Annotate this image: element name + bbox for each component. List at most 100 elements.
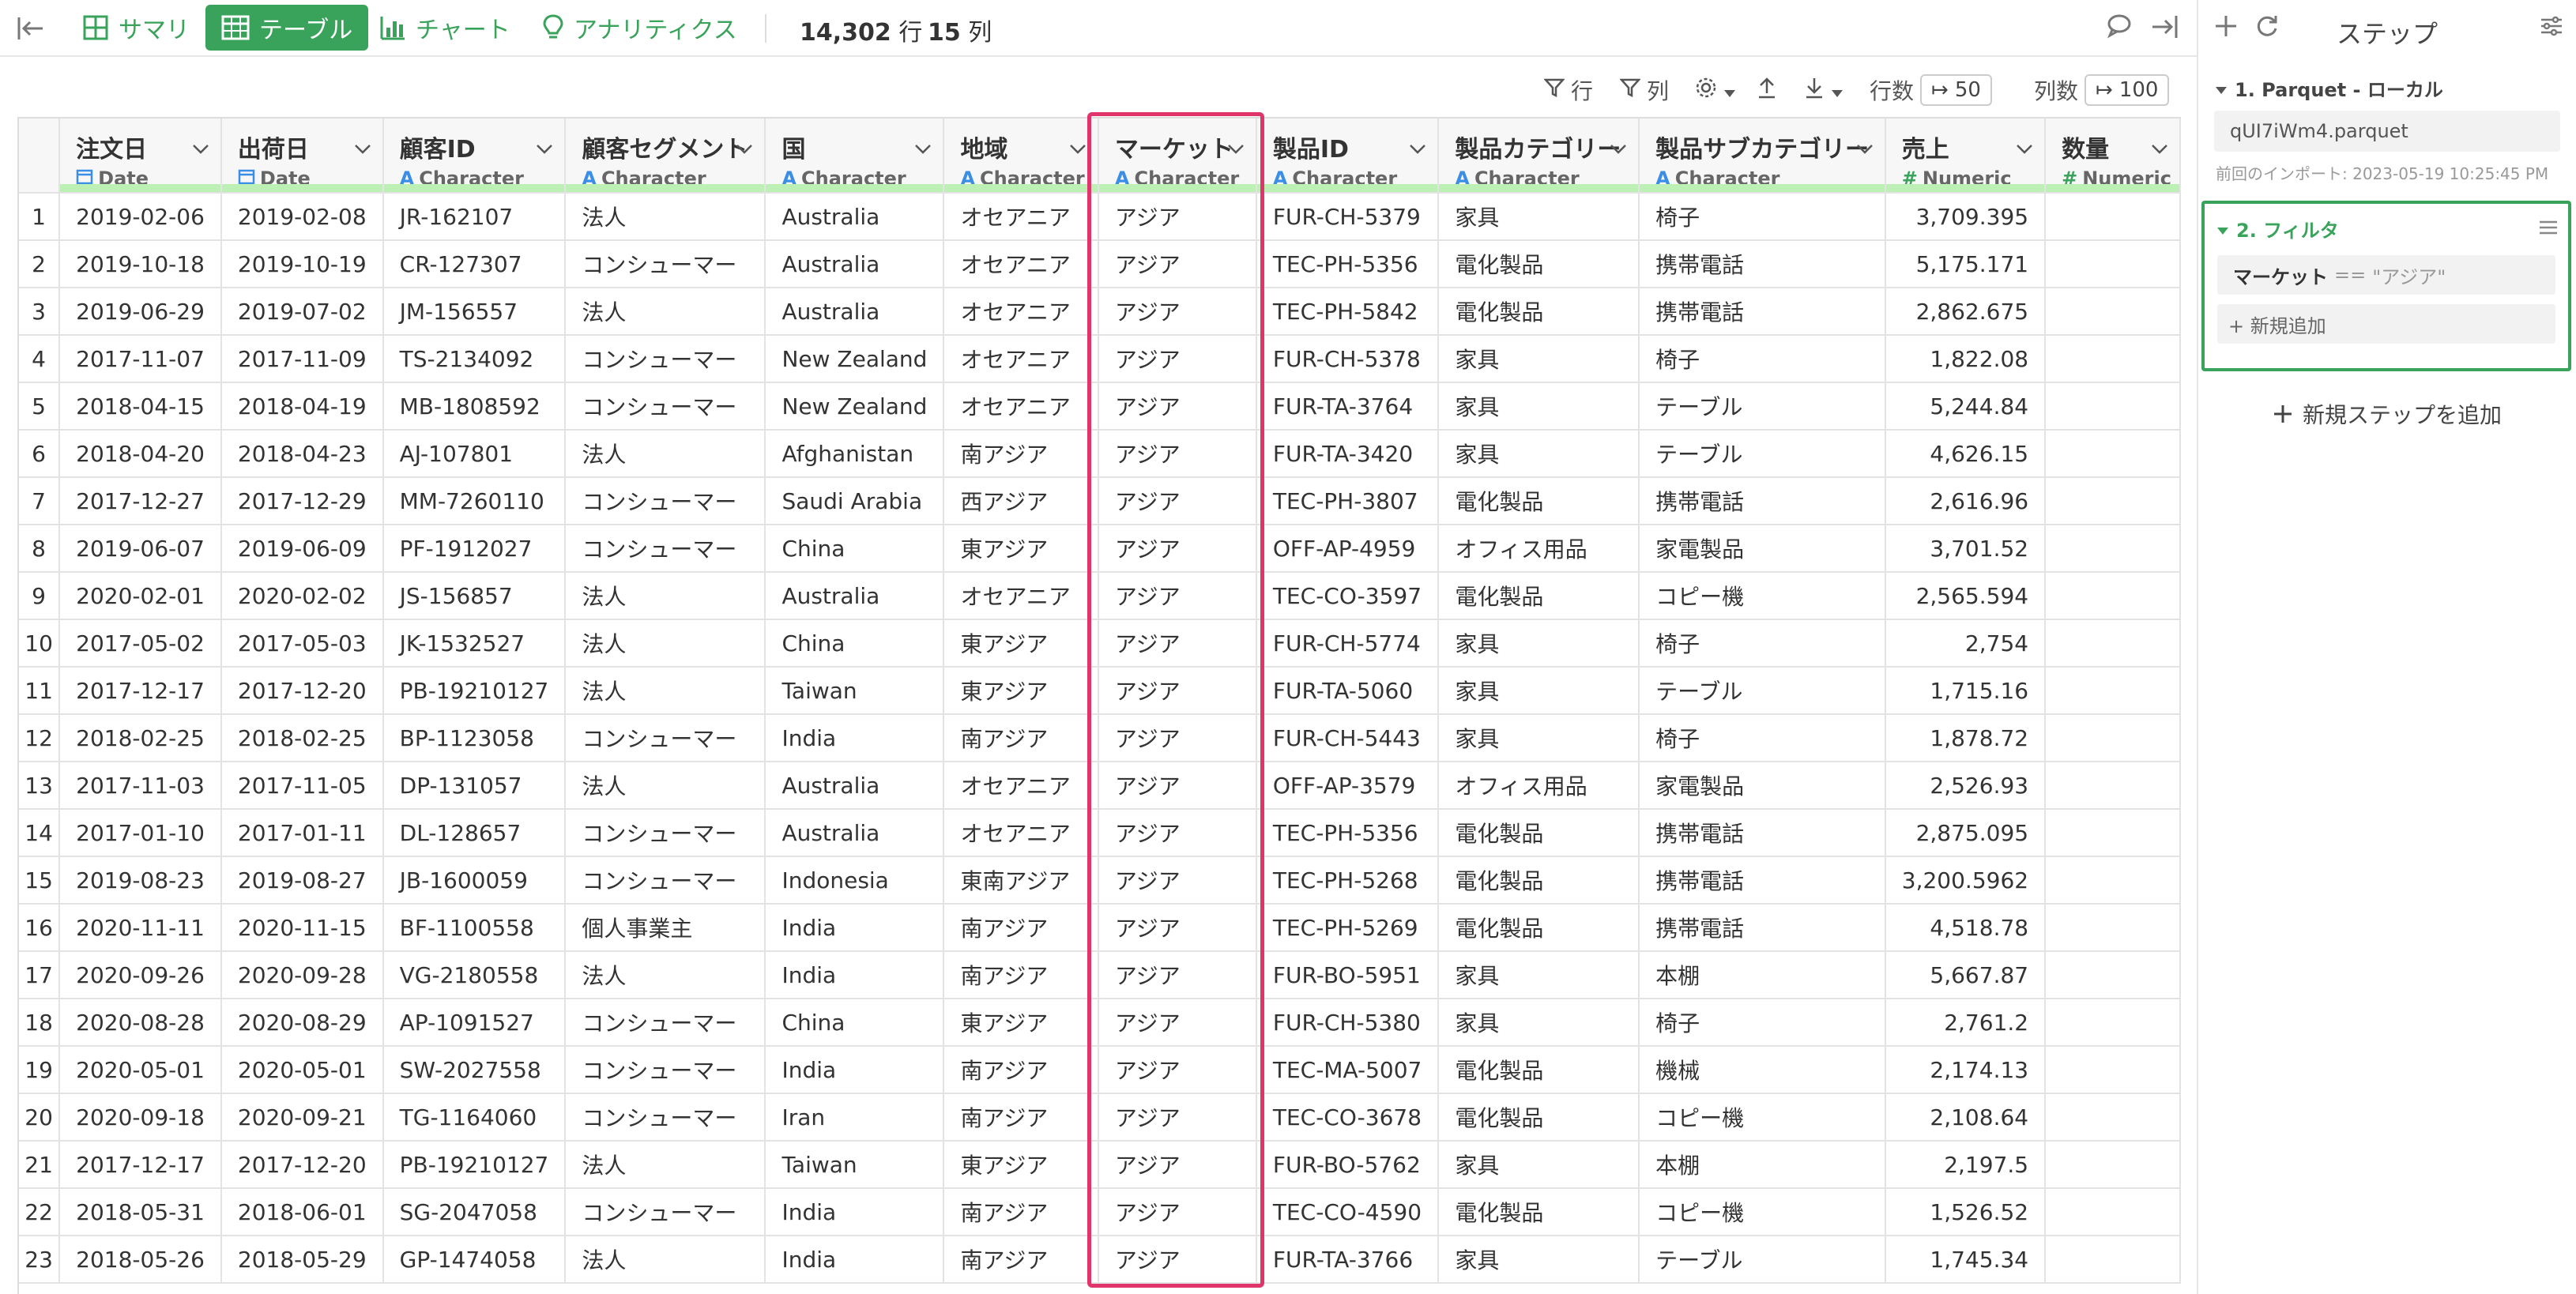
table-cell[interactable]: 2019-10-19 — [220, 240, 384, 288]
table-cell[interactable]: 家具 — [1438, 193, 1640, 241]
table-cell[interactable]: コンシューマー — [565, 1188, 766, 1236]
table-cell[interactable]: コンシューマー — [565, 999, 766, 1047]
table-cell[interactable]: 本棚 — [1639, 1141, 1886, 1189]
table-cell[interactable]: FUR-CH-5378 — [1256, 335, 1440, 383]
table-cell[interactable]: オセアニア — [943, 762, 1099, 810]
table-cell[interactable]: TEC-PH-5356 — [1256, 809, 1440, 857]
table-cell[interactable]: コピー機 — [1639, 1093, 1886, 1142]
column-header[interactable]: 売上 # Numeric — [1885, 118, 2047, 194]
table-cell[interactable]: China — [765, 619, 945, 668]
table-cell[interactable]: テーブル — [1639, 430, 1886, 478]
table-cell[interactable]: 2017-11-07 — [59, 335, 222, 383]
table-cell[interactable]: 法人 — [565, 572, 766, 620]
table-cell[interactable]: 南アジア — [943, 1046, 1099, 1094]
row-number[interactable]: 14 — [19, 809, 61, 857]
table-cell[interactable]: 家具 — [1438, 714, 1640, 762]
column-header[interactable]: 製品カテゴリー A Character — [1438, 118, 1640, 194]
table-cell[interactable]: 2019-02-06 — [59, 193, 222, 241]
table-cell[interactable]: TEC-MA-5007 — [1256, 1046, 1440, 1094]
table-cell[interactable]: JB-1600059 — [382, 856, 567, 905]
table-cell[interactable]: SG-2047058 — [382, 1188, 567, 1236]
table-cell[interactable]: Australia — [765, 240, 945, 288]
table-row[interactable]: 5 2018-04-15 2018-04-19 MB-1808592 コンシューマー Ne… — [19, 382, 2181, 431]
table-cell[interactable] — [2045, 1141, 2181, 1189]
table-cell[interactable]: FUR-TA-3766 — [1256, 1236, 1440, 1284]
add-condition-button[interactable]: + 新規追加 — [2217, 304, 2555, 344]
row-filter-button[interactable]: 行 — [1543, 65, 1593, 115]
table-cell[interactable] — [2045, 430, 2181, 478]
chevron-down-icon[interactable] — [2016, 134, 2033, 160]
table-cell[interactable]: コンシューマー — [565, 856, 766, 905]
table-cell[interactable]: オセアニア — [943, 240, 1099, 288]
table-cell[interactable]: DP-131057 — [382, 762, 567, 810]
table-cell[interactable]: 法人 — [565, 762, 766, 810]
data-table-container[interactable]: 注文日 Date 出荷日 Date 顧客ID A Character 顧客セグメント A Char… — [17, 117, 2181, 1294]
table-cell[interactable]: 2019-02-08 — [220, 193, 384, 241]
add-step-button[interactable]: 新規ステップを追加 — [2198, 398, 2576, 430]
chevron-down-icon[interactable] — [736, 134, 753, 160]
table-cell[interactable] — [2045, 477, 2181, 525]
row-number[interactable]: 10 — [19, 619, 61, 668]
table-cell[interactable]: オセアニア — [943, 572, 1099, 620]
cols-value-button[interactable]: ↦ 100 — [2085, 74, 2170, 106]
col-filter-button[interactable]: 列 — [1619, 65, 1669, 115]
table-cell[interactable] — [2045, 1046, 2181, 1094]
table-cell[interactable]: Afghanistan — [765, 430, 945, 478]
table-cell[interactable]: BP-1123058 — [382, 714, 567, 762]
table-cell[interactable]: 法人 — [565, 667, 766, 715]
table-cell[interactable]: JK-1532527 — [382, 619, 567, 668]
table-cell[interactable]: FUR-CH-5380 — [1256, 999, 1440, 1047]
table-cell[interactable]: 2017-11-03 — [59, 762, 222, 810]
table-cell[interactable] — [2045, 525, 2181, 573]
table-cell[interactable]: 携帯電話 — [1639, 477, 1886, 525]
table-cell[interactable]: 2,526.93 — [1885, 762, 2047, 810]
table-cell[interactable]: BF-1100558 — [382, 904, 567, 952]
table-cell[interactable]: 4,518.78 — [1885, 904, 2047, 952]
table-cell[interactable]: コンシューマー — [565, 240, 766, 288]
table-row[interactable]: 16 2020-11-11 2020-11-15 BF-1100558 個人事業主 Ind… — [19, 904, 2181, 952]
table-cell[interactable]: アジア — [1098, 382, 1257, 431]
table-cell[interactable]: FUR-TA-3420 — [1256, 430, 1440, 478]
table-cell[interactable]: 2020-08-29 — [220, 999, 384, 1047]
comment-icon[interactable] — [2105, 11, 2133, 39]
column-header[interactable]: 国 A Character — [765, 118, 945, 194]
table-cell[interactable]: アジア — [1098, 477, 1257, 525]
table-cell[interactable]: 電化製品 — [1438, 1188, 1640, 1236]
table-cell[interactable]: 家具 — [1438, 667, 1640, 715]
table-cell[interactable]: OFF-AP-4959 — [1256, 525, 1440, 573]
chevron-down-icon[interactable] — [1069, 134, 1087, 160]
table-cell[interactable]: オセアニア — [943, 809, 1099, 857]
table-cell[interactable]: 電化製品 — [1438, 1046, 1640, 1094]
chevron-down-icon[interactable] — [536, 134, 553, 160]
table-cell[interactable]: アジア — [1098, 430, 1257, 478]
table-cell[interactable]: 携帯電話 — [1639, 904, 1886, 952]
table-cell[interactable]: China — [765, 525, 945, 573]
table-cell[interactable]: テーブル — [1639, 1236, 1886, 1284]
table-row[interactable]: 17 2020-09-26 2020-09-28 VG-2180558 法人 India 南… — [19, 951, 2181, 999]
table-cell[interactable]: TEC-PH-3807 — [1256, 477, 1440, 525]
table-cell[interactable]: コピー機 — [1639, 1188, 1886, 1236]
table-cell[interactable]: 家具 — [1438, 430, 1640, 478]
table-cell[interactable]: 2,875.095 — [1885, 809, 2047, 857]
table-cell[interactable]: アジア — [1098, 572, 1257, 620]
table-cell[interactable] — [2045, 999, 2181, 1047]
table-cell[interactable]: Australia — [765, 193, 945, 241]
table-cell[interactable]: 携帯電話 — [1639, 288, 1886, 336]
row-number[interactable]: 7 — [19, 477, 61, 525]
table-cell[interactable]: 東アジア — [943, 667, 1099, 715]
row-number[interactable]: 19 — [19, 1046, 61, 1094]
table-cell[interactable] — [2045, 1236, 2181, 1284]
table-cell[interactable]: 南アジア — [943, 1093, 1099, 1142]
row-number[interactable]: 22 — [19, 1188, 61, 1236]
table-cell[interactable]: 2020-11-15 — [220, 904, 384, 952]
chevron-down-icon[interactable] — [914, 134, 932, 160]
table-cell[interactable]: 2,761.2 — [1885, 999, 2047, 1047]
table-cell[interactable]: FUR-BO-5951 — [1256, 951, 1440, 999]
table-cell[interactable]: 3,709.395 — [1885, 193, 2047, 241]
table-cell[interactable]: India — [765, 714, 945, 762]
table-cell[interactable]: OFF-AP-3579 — [1256, 762, 1440, 810]
table-cell[interactable]: コンシューマー — [565, 809, 766, 857]
table-cell[interactable]: 南アジア — [943, 1188, 1099, 1236]
table-cell[interactable]: FUR-TA-5060 — [1256, 667, 1440, 715]
row-number[interactable]: 5 — [19, 382, 61, 431]
